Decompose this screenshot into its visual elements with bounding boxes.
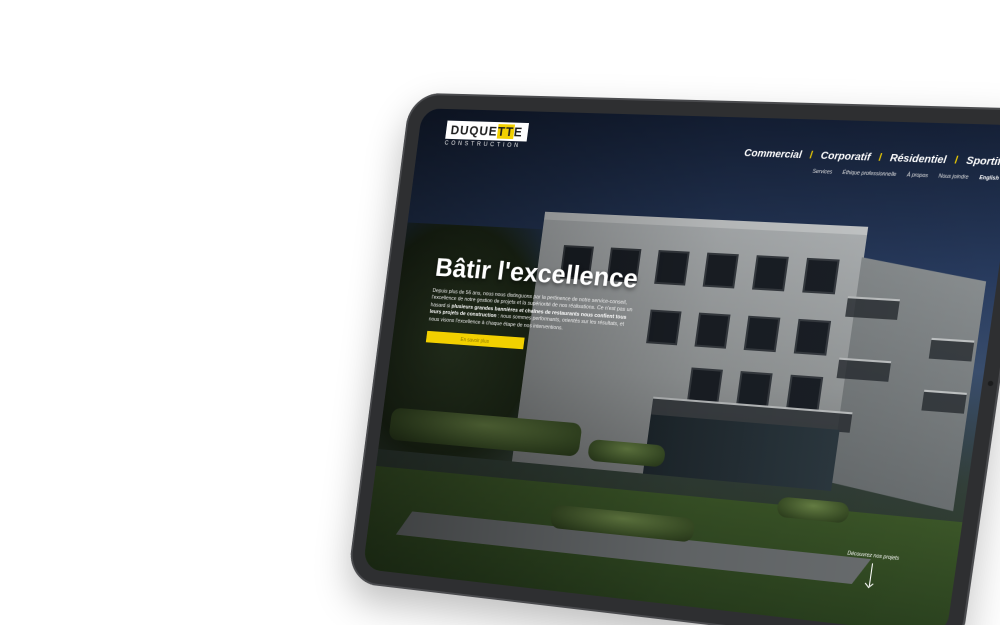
arrow-down-icon bbox=[868, 563, 873, 586]
hero-description: Depuis plus de 56 ans, nous nous disting… bbox=[428, 288, 635, 337]
dark-overlay bbox=[362, 108, 1000, 625]
nav-separator: / bbox=[877, 152, 883, 164]
nav-nous-joindre[interactable]: Nous joindre bbox=[938, 173, 969, 180]
nav-residentiel[interactable]: Résidentiel bbox=[889, 153, 947, 166]
nav-sportif[interactable]: Sportif bbox=[966, 155, 1000, 168]
tablet-screen: DUQUETTE CONSTRUCTION Commercial / Corpo… bbox=[362, 108, 1000, 625]
page: DUQUETTE CONSTRUCTION Commercial / Corpo… bbox=[0, 0, 1000, 625]
logo-wordmark: DUQUETTE bbox=[445, 120, 529, 142]
tablet-device: DUQUETTE CONSTRUCTION Commercial / Corpo… bbox=[347, 92, 1000, 625]
nav-separator: / bbox=[953, 155, 959, 167]
language-switch[interactable]: English bbox=[979, 175, 999, 182]
hero-section: Bâtir l'excellence Depuis plus de 56 ans… bbox=[425, 253, 641, 357]
nav-corporatif[interactable]: Corporatif bbox=[820, 151, 871, 164]
camera-dot bbox=[987, 380, 994, 387]
nav-commercial[interactable]: Commercial bbox=[743, 148, 802, 161]
logo[interactable]: DUQUETTE CONSTRUCTION bbox=[444, 120, 529, 150]
nav-separator: / bbox=[808, 150, 814, 162]
logo-text: DUQUE bbox=[449, 122, 499, 139]
nav-services[interactable]: Services bbox=[812, 169, 832, 176]
nav-a-propos[interactable]: À propos bbox=[906, 172, 928, 179]
discover-projects-link[interactable]: Découvrez nos projets bbox=[843, 550, 900, 588]
logo-text-end: E bbox=[512, 124, 524, 140]
